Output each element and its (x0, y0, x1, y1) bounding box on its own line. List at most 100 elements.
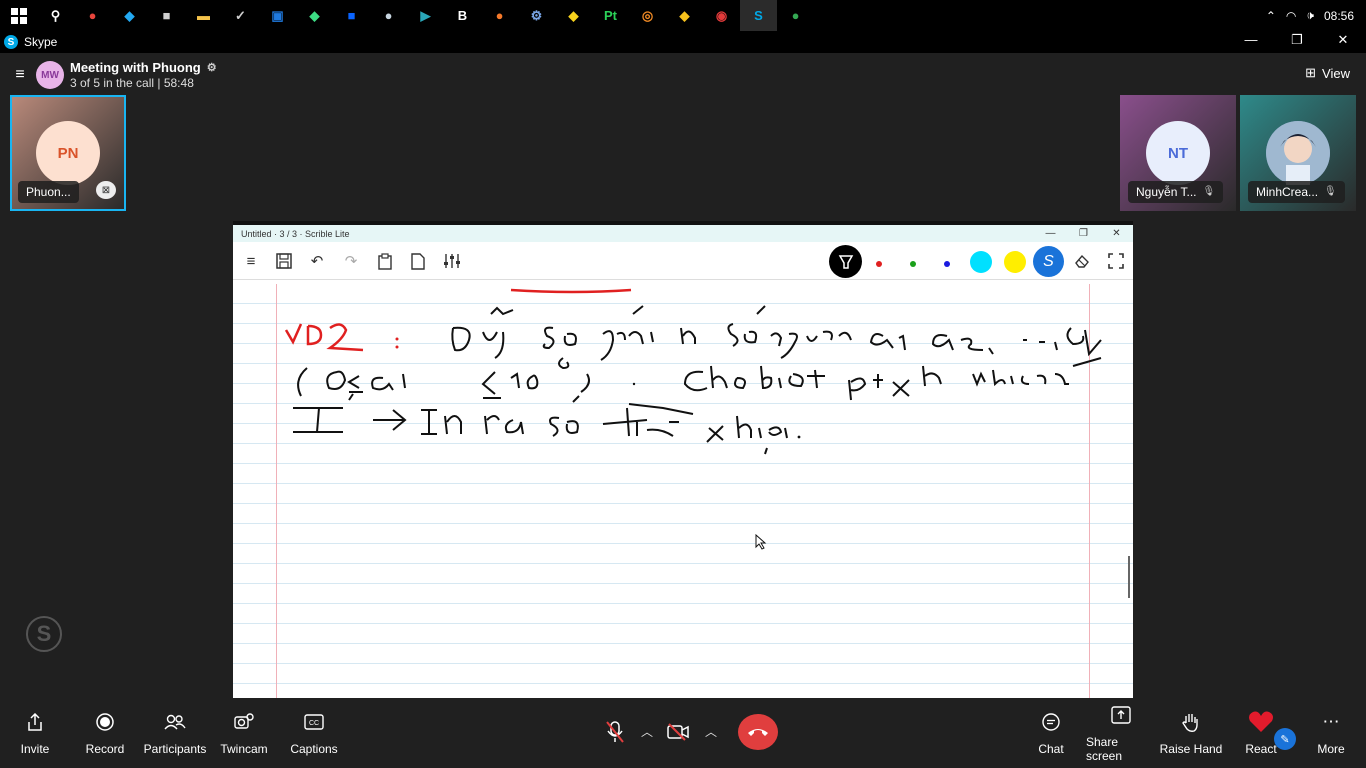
taskbar-apps: ⚲ ● ◆ ■ ▬ ✓ ▣ ◆ ■ ● ▶ B ● ⚙ ◆ Pt ◎ ◆ ◉ S ● (37, 0, 814, 31)
clock[interactable]: 08:56 (1324, 9, 1354, 23)
clipboard-icon[interactable] (371, 247, 399, 275)
color-red-dot[interactable] (876, 261, 882, 267)
share-screen-button[interactable]: Share screen (1086, 698, 1156, 768)
more-button[interactable]: ⋯ More (1296, 698, 1366, 768)
camera-options-chevron-icon[interactable]: ︿ (705, 723, 717, 740)
mouse-cursor-icon (755, 534, 767, 550)
b-icon[interactable]: B (444, 0, 481, 31)
volume-icon[interactable]: 🕩 (1306, 8, 1314, 23)
scrible-minimize-button[interactable]: — (1034, 225, 1067, 242)
call-stage: ≡ MW Meeting with Phuong ⚙ 3 of 5 in the … (0, 53, 1366, 736)
chat-button[interactable]: Chat (1016, 698, 1086, 768)
screen-share-icon: ⊠ (96, 181, 116, 199)
mic-options-chevron-icon[interactable]: ︿ (641, 723, 653, 740)
close-button[interactable]: ✕ (1320, 31, 1366, 53)
chrome-icon[interactable]: ● (74, 0, 111, 31)
view-button[interactable]: ⊞ View (1305, 65, 1350, 81)
participant-tile-pn[interactable]: PN Phuon... ⊠ (10, 95, 126, 211)
folder-icon[interactable]: ▬ (185, 0, 222, 31)
windows-taskbar: ⚲ ● ◆ ■ ▬ ✓ ▣ ◆ ■ ● ▶ B ● ⚙ ◆ Pt ◎ ◆ ◉ S ● ⌃ ◠ 🕩 08:56 (0, 0, 1366, 31)
settings-gear-icon[interactable]: ⚙ (207, 61, 217, 74)
record-button[interactable]: Record (70, 698, 140, 768)
twincam-label: Twincam (220, 742, 268, 756)
hang-up-button[interactable] (738, 714, 778, 750)
chat-icon (1041, 710, 1061, 734)
sketch-icon[interactable]: ◆ (555, 0, 592, 31)
vscode-icon[interactable]: ◆ (111, 0, 148, 31)
people-icon (164, 710, 186, 734)
steam-icon[interactable]: ● (370, 0, 407, 31)
share-out-icon (27, 710, 43, 734)
record-label: Record (85, 742, 125, 756)
captions-button[interactable]: CC Captions (279, 698, 349, 768)
participant-avatar: PN (36, 121, 100, 185)
pen-annotation-icon[interactable]: ✎ (1274, 728, 1296, 750)
restore-button[interactable]: ❐ (1274, 31, 1320, 53)
eraser-icon[interactable] (1068, 247, 1096, 275)
color-blue-dot[interactable] (944, 261, 950, 267)
save-icon[interactable] (270, 247, 298, 275)
new-page-icon[interactable] (404, 247, 432, 275)
camera-off-button[interactable] (663, 717, 693, 747)
twincam-button[interactable]: Twincam (209, 698, 279, 768)
terminal-icon[interactable]: ▶ (407, 0, 444, 31)
search-icon[interactable]: ⚲ (37, 0, 74, 31)
react-label: React (1245, 742, 1277, 756)
pt-icon[interactable]: Pt (592, 0, 629, 31)
record-icon[interactable]: ◉ (703, 0, 740, 31)
mic-muted-icon: 🎙 (1324, 186, 1337, 197)
shared-screen-scrible: Untitled · 3 / 3 · Scrible Lite — ❐ ✕ ≡ … (233, 221, 1133, 698)
settings-sliders-icon[interactable] (438, 247, 466, 275)
scrible-close-button[interactable]: ✕ (1100, 225, 1133, 242)
scrible-titlebar: Untitled · 3 / 3 · Scrible Lite — ❐ ✕ (233, 221, 1133, 242)
notebook-canvas[interactable] (233, 284, 1133, 698)
chevron-up-icon[interactable]: ⌃ (1266, 9, 1276, 23)
invite-label: Invite (20, 742, 50, 756)
color-cyan-dot[interactable] (970, 251, 992, 273)
participant-tile-minh[interactable]: MinhCrea... 🎙 (1240, 95, 1356, 211)
heart-icon (1248, 710, 1274, 734)
mic-muted-button[interactable] (600, 717, 630, 747)
participant-photo (1266, 121, 1330, 185)
minimize-button[interactable]: — (1228, 31, 1274, 53)
blender-icon[interactable]: ● (481, 0, 518, 31)
duck-icon[interactable]: ◆ (666, 0, 703, 31)
menu-icon[interactable]: ≡ (10, 66, 30, 84)
check-icon[interactable]: ✓ (222, 0, 259, 31)
color-yellow-dot[interactable] (1004, 251, 1026, 273)
fullscreen-icon[interactable] (1102, 247, 1130, 275)
search-app-icon[interactable]: ◎ (629, 0, 666, 31)
meeting-subtitle: 3 of 5 in the call | 58:48 (70, 76, 194, 90)
scrible-maximize-button[interactable]: ❐ (1067, 225, 1100, 242)
skype-icon[interactable]: S (740, 0, 777, 31)
meeting-title[interactable]: Meeting with Phuong (70, 60, 201, 75)
wifi-icon[interactable]: ◠ (1286, 9, 1296, 23)
meeting-title-block: Meeting with Phuong ⚙ 3 of 5 in the call … (70, 60, 217, 90)
redo-icon[interactable]: ↷ (337, 247, 365, 275)
participant-name: Phuon... (18, 181, 79, 203)
android-icon[interactable]: ◆ (296, 0, 333, 31)
gear-app-icon[interactable]: ⚙ (518, 0, 555, 31)
app-icon[interactable]: ■ (148, 0, 185, 31)
store-icon[interactable]: ▣ (259, 0, 296, 31)
screen: ⚲ ● ◆ ■ ▬ ✓ ▣ ◆ ■ ● ▶ B ● ⚙ ◆ Pt ◎ ◆ ◉ S ● ⌃ ◠ 🕩 08:56 S Sky… (0, 0, 1366, 768)
highlighter-tool-icon[interactable] (829, 245, 862, 278)
color-green-dot[interactable] (910, 261, 916, 267)
windows-start-icon[interactable] (0, 0, 37, 31)
pen-tool-icon[interactable]: S (1033, 246, 1064, 277)
participant-name-row: Nguyễn T... 🎙 (1128, 181, 1224, 203)
grid-icon: ⊞ (1305, 65, 1317, 80)
menu-icon[interactable]: ≡ (237, 247, 265, 275)
raise-hand-button[interactable]: Raise Hand (1156, 698, 1226, 768)
participant-name: MinhCrea... (1256, 185, 1319, 199)
undo-icon[interactable]: ↶ (303, 247, 331, 275)
participants-button[interactable]: Participants (140, 698, 210, 768)
participant-tile-nt[interactable]: NT Nguyễn T... 🎙 (1120, 95, 1236, 211)
captions-label: Captions (290, 742, 338, 756)
chat-label: Chat (1038, 742, 1064, 756)
chrome-icon[interactable]: ● (777, 0, 814, 31)
app-blue-icon[interactable]: ■ (333, 0, 370, 31)
invite-button[interactable]: Invite (0, 698, 70, 768)
participants-label: Participants (143, 742, 207, 756)
phone-hangup-icon (748, 729, 768, 736)
